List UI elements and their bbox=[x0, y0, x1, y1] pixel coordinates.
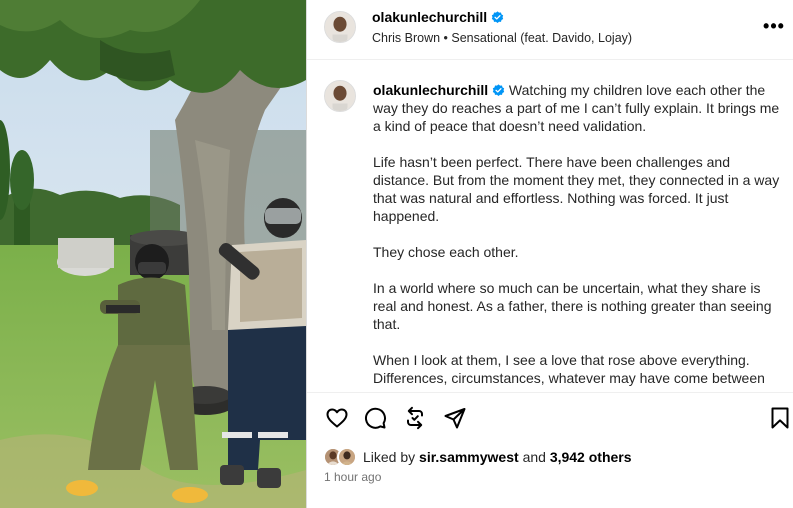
caption-username-row: olakunlechurchill bbox=[373, 82, 505, 98]
post-header: olakunlechurchill Chris Brown • Sensatio… bbox=[307, 0, 793, 60]
caption-paragraph: Life hasn’t been perfect. There have bee… bbox=[373, 154, 780, 224]
likes-text: Liked by sir.sammywest and 3,942 others bbox=[363, 449, 632, 465]
save-button[interactable] bbox=[766, 404, 793, 432]
author-avatar[interactable] bbox=[324, 11, 356, 43]
repost-icon bbox=[407, 406, 423, 430]
likes-summary[interactable]: Liked by sir.sammywest and 3,942 others bbox=[323, 446, 632, 468]
paintball-photo-illustration bbox=[0, 0, 306, 508]
caption-paragraph: olakunlechurchill Watching my children l… bbox=[373, 81, 781, 135]
comment-icon bbox=[364, 407, 386, 429]
post-actions-bar bbox=[307, 392, 793, 444]
verified-badge-icon bbox=[492, 84, 505, 97]
liker-username[interactable]: sir.sammywest bbox=[419, 449, 519, 465]
share-button[interactable] bbox=[441, 404, 469, 432]
likes-joiner: and bbox=[522, 449, 546, 465]
avatar-image bbox=[325, 12, 355, 42]
verified-badge-icon bbox=[491, 10, 504, 23]
caption-username[interactable]: olakunlechurchill bbox=[373, 82, 488, 98]
audio-track-link[interactable]: Chris Brown • Sensational (feat. Davido,… bbox=[372, 31, 632, 45]
heart-icon bbox=[326, 408, 348, 428]
likes-prefix: Liked by bbox=[363, 449, 416, 465]
caption-author-avatar[interactable] bbox=[324, 80, 356, 112]
caption-text: olakunlechurchill Watching my children l… bbox=[373, 81, 781, 391]
post-side-panel: olakunlechurchill Chris Brown • Sensatio… bbox=[306, 0, 793, 508]
bookmark-icon bbox=[771, 407, 789, 429]
repost-button[interactable] bbox=[401, 404, 429, 432]
author-username-row: olakunlechurchill bbox=[372, 9, 504, 25]
caption-paragraph: In a world where so much can be uncertai… bbox=[373, 280, 772, 332]
post-dialog: olakunlechurchill Chris Brown • Sensatio… bbox=[0, 0, 793, 508]
avatar-image bbox=[339, 449, 355, 465]
more-options-button[interactable]: ••• bbox=[762, 14, 786, 38]
like-button[interactable] bbox=[323, 404, 351, 432]
likes-others-link[interactable]: 3,942 others bbox=[550, 449, 632, 465]
author-username[interactable]: olakunlechurchill bbox=[372, 9, 487, 25]
caption-paragraph: They chose each other. bbox=[373, 244, 519, 260]
caption-scroll-area[interactable]: olakunlechurchill Watching my children l… bbox=[307, 61, 793, 391]
avatar-image bbox=[325, 81, 355, 111]
liker-avatar bbox=[337, 447, 357, 467]
more-options-icon: ••• bbox=[763, 15, 785, 36]
post-photo[interactable] bbox=[0, 0, 306, 508]
caption-paragraph: When I look at them, I see a love that r… bbox=[373, 352, 765, 386]
comment-button[interactable] bbox=[361, 404, 389, 432]
post-timestamp[interactable]: 1 hour ago bbox=[324, 470, 381, 484]
share-icon bbox=[444, 408, 466, 429]
